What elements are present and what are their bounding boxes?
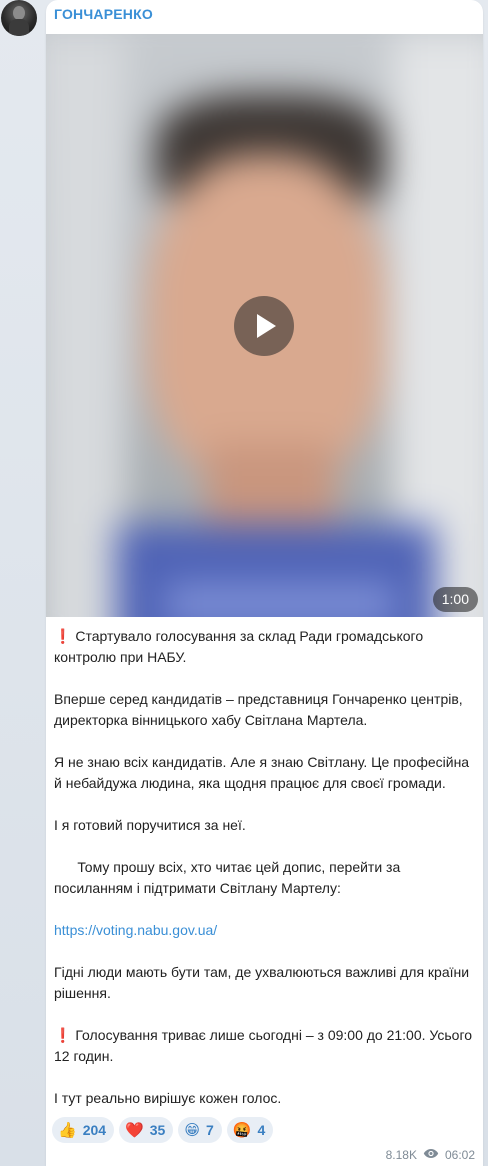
paragraph: Я не знаю всіх кандидатів. Але я знаю Св… (54, 754, 473, 791)
reaction-count: 7 (205, 1122, 214, 1138)
play-button[interactable] (234, 296, 294, 356)
video-player[interactable]: 1:00 (46, 34, 483, 617)
heart-icon: ❤️ (125, 1121, 144, 1139)
exclamation-icon: ❗ (54, 1027, 72, 1043)
channel-avatar[interactable] (1, 0, 37, 36)
message-meta: 8.18K 06:02 (386, 1148, 475, 1162)
message-bubble: ГОНЧАРЕНКО 1:00 ❗ Стартувало голосування… (46, 0, 483, 1166)
chat-page: ГОНЧАРЕНКО 1:00 ❗ Стартувало голосування… (0, 0, 488, 1166)
paragraph: І тут реально вирішує кожен голос. (54, 1090, 282, 1106)
channel-name[interactable]: ГОНЧАРЕНКО (54, 6, 153, 22)
exclamation-icon: ❗ (54, 628, 72, 644)
grin-icon: 😁 (184, 1121, 200, 1139)
voting-link[interactable]: https://voting.nabu.gov.ua/ (54, 922, 217, 938)
message-time: 06:02 (444, 1148, 475, 1162)
paragraph: Тому прошу всіх, хто читає цей допис, пе… (54, 859, 405, 896)
reactions-bar: 👍 204 ❤️ 35 😁 7 🤬 4 (52, 1117, 278, 1143)
avatar-body (9, 19, 29, 36)
reaction-grin[interactable]: 😁 7 (178, 1117, 222, 1143)
paragraph: ❗ Голосування триває лише сьогодні – з 0… (54, 1027, 476, 1064)
reaction-angry[interactable]: 🤬 4 (226, 1117, 274, 1143)
paragraph: Гідні люди мають бути там, де ухвалюютьс… (54, 964, 473, 1001)
reaction-count: 4 (257, 1122, 266, 1138)
paragraph: І я готовий поручитися за неї. (54, 817, 246, 833)
reaction-count: 204 (82, 1122, 107, 1138)
thumbs-up-icon: 👍 (58, 1121, 77, 1139)
paragraph: ❗ Стартувало голосування за склад Ради г… (54, 628, 428, 665)
video-duration: 1:00 (432, 587, 478, 612)
reaction-heart[interactable]: ❤️ 35 (119, 1117, 174, 1143)
reaction-thumbs-up[interactable]: 👍 204 (52, 1117, 115, 1143)
avatar-head (13, 6, 25, 20)
view-count: 8.18K (385, 1148, 417, 1162)
message-text: ❗ Стартувало голосування за склад Ради г… (54, 626, 479, 1109)
play-icon (257, 314, 276, 338)
paragraph: Вперше серед кандидатів – представниця Г… (54, 691, 467, 728)
eye-icon (423, 1148, 439, 1162)
paragraph: https://voting.nabu.gov.ua/ (54, 920, 479, 941)
reaction-count: 35 (149, 1122, 166, 1138)
angry-face-icon: 🤬 (232, 1121, 252, 1139)
